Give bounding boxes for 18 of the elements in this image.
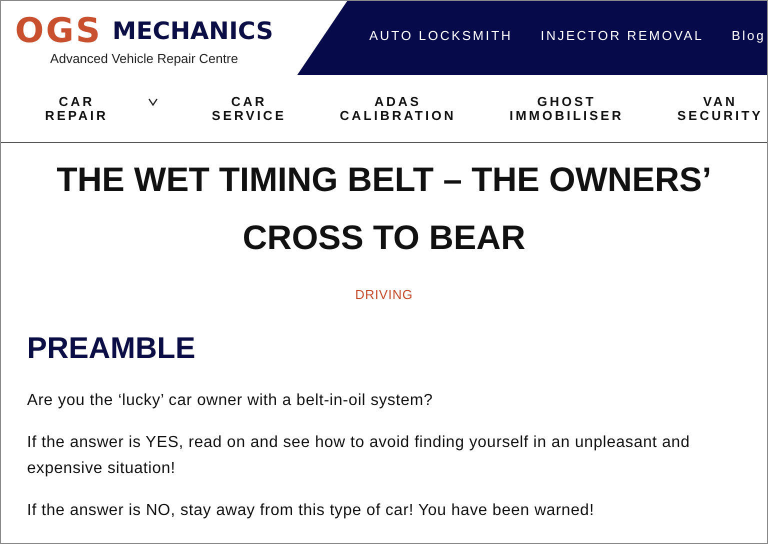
main-nav-link[interactable]: VAN SECURITY — [677, 94, 763, 122]
logo-name[interactable]: MECHANICS — [112, 17, 274, 45]
category-link[interactable]: DRIVING — [355, 287, 413, 302]
caret-icon[interactable] — [148, 98, 158, 106]
paragraph: If the answer is NO, stay away from this type of car! You have been warned! — [27, 501, 596, 521]
main-nav-link[interactable]: CAR REPAIR — [45, 94, 108, 122]
paragraph: Are you the ‘lucky’ car owner with a belt-in-oil system? — [27, 391, 434, 411]
main-nav-link[interactable]: GHOST IMMOBILISER — [509, 94, 624, 122]
top-nav-link[interactable]: AUTO LOCKSMITH — [369, 28, 513, 43]
main-nav-link[interactable]: CAR SERVICE — [212, 94, 286, 122]
article-title: THE WET TIMING BELT – THE OWNERS’ CROSS TO BEAR — [56, 160, 712, 259]
logo-mark[interactable]: OGS — [15, 13, 102, 49]
top-nav-link[interactable]: INJECTOR REMOVAL — [540, 28, 704, 43]
top-nav-link[interactable]: Blog — [732, 28, 766, 43]
section-heading: PREAMBLE — [27, 332, 196, 366]
main-nav-link[interactable]: ADAS CALIBRATION — [340, 94, 456, 122]
paragraph: If the answer is YES, read on and see how to avoid finding yourself in an unpleasant and expensive situation! — [27, 433, 691, 479]
logo-tagline: Advanced Vehicle Repair Centre — [50, 51, 238, 66]
